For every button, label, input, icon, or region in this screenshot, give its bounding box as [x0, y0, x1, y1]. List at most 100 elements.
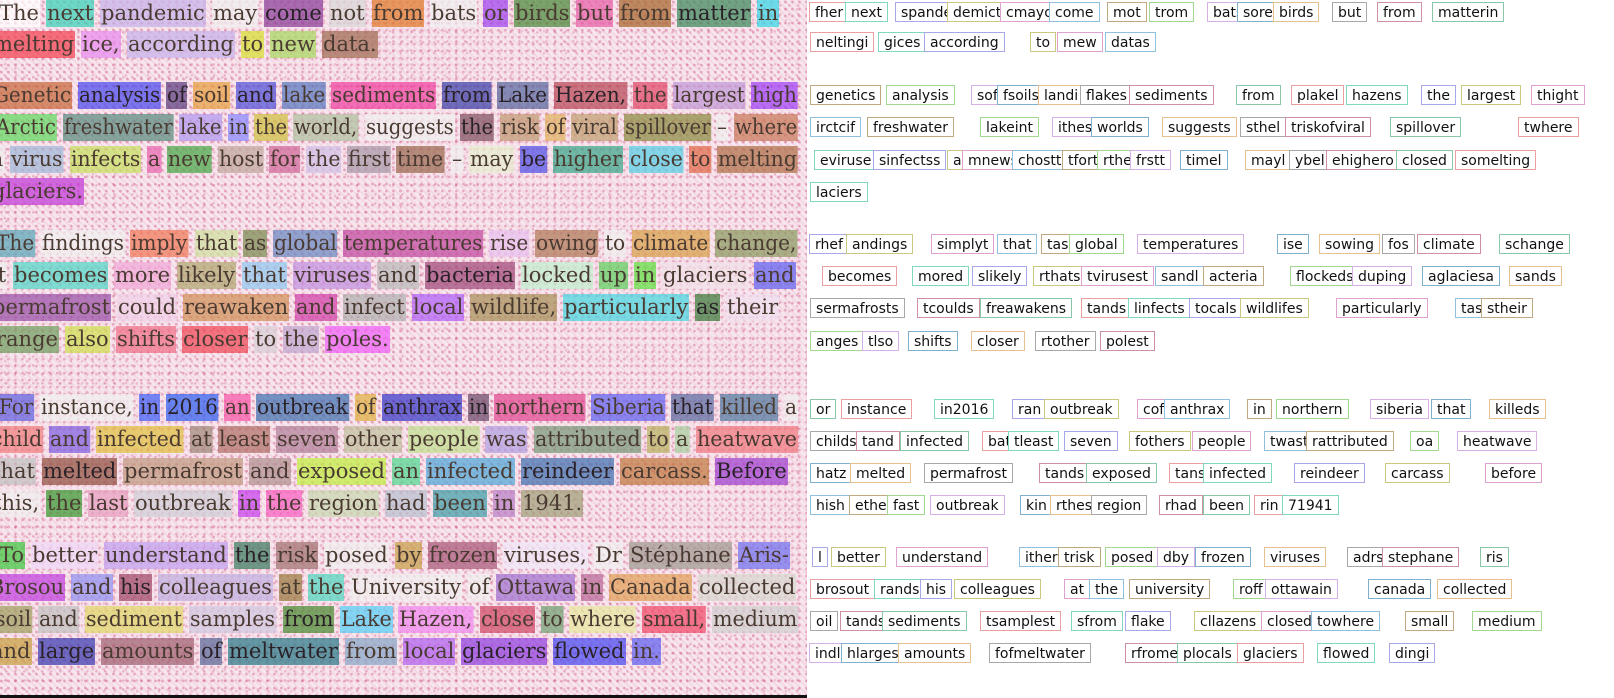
ocr-label-box: his — [920, 579, 953, 599]
ocr-label-box: triskofviral — [1285, 117, 1371, 137]
ocr-label-box: siberia — [1370, 399, 1429, 419]
passage-word: samples — [189, 606, 277, 633]
ocr-label-box: closed — [1396, 150, 1453, 170]
passage-word: largest — [673, 82, 746, 109]
passage-word: attributed — [533, 426, 642, 453]
ocr-label-box: rhad — [1159, 495, 1203, 515]
passage-word: local — [412, 294, 465, 321]
ocr-label-box: freawakens — [980, 298, 1072, 318]
ocr-label-box: becomes — [822, 266, 898, 286]
passage-word: from — [282, 606, 335, 633]
ocr-label-box: university — [1129, 579, 1211, 599]
passage-word: Ottawa — [496, 574, 576, 601]
passage-word: from — [345, 638, 398, 665]
passage-word: more — [114, 262, 172, 289]
ocr-label-box: frstt — [1130, 150, 1171, 170]
passage-word: melted — [42, 458, 118, 485]
passage-word: wildlife, — [470, 294, 558, 321]
ocr-label-box: mayl — [1245, 150, 1292, 170]
ocr-label-box: exposed — [1086, 463, 1157, 483]
passage-word: 2016 — [165, 394, 219, 421]
ocr-label-box: particularly — [1336, 298, 1428, 318]
passage-word: at — [279, 574, 302, 601]
ocr-label-box: sowing — [1319, 234, 1380, 254]
ocr-label-box: understand — [896, 547, 989, 567]
ocr-label-box: wildlifes — [1240, 298, 1309, 318]
passage-word: to — [540, 606, 564, 633]
passage-word: climate — [632, 230, 710, 257]
ocr-label-box: flockeds — [1290, 266, 1360, 286]
passage-word: been — [433, 490, 487, 517]
passage-word: the — [460, 114, 495, 141]
ocr-label-box: before — [1485, 463, 1543, 483]
ocr-label-box: polest — [1100, 331, 1155, 351]
passage-word: outbreak — [134, 490, 232, 517]
passage-word: the — [306, 146, 342, 173]
ocr-label-box: rhef — [809, 234, 849, 254]
passage-word: Siberia — [591, 394, 666, 421]
passage-word: where — [569, 606, 637, 633]
passage-word: range — [0, 326, 59, 353]
passage-word: a — [0, 146, 5, 173]
ocr-label-box: hish — [810, 495, 851, 515]
passage-word: the — [234, 542, 271, 569]
passage-word: analysis — [77, 82, 162, 109]
ocr-label-box: landi — [1038, 85, 1085, 105]
ocr-label-box: fast — [887, 495, 926, 515]
passage-word: as — [243, 230, 268, 257]
ocr-label-box: acteria — [1203, 266, 1264, 286]
ocr-label-box: tcoulds — [917, 298, 980, 318]
ocr-label-box: demict — [947, 2, 1008, 22]
passage-word: freshwater — [62, 114, 174, 141]
ocr-label-box: dingi — [1389, 643, 1436, 663]
passage-word: Canada — [609, 574, 692, 601]
passage-word: permafrost — [0, 294, 112, 321]
passage-word: in — [467, 394, 489, 421]
ocr-label-box: aglaciesa — [1422, 266, 1501, 286]
passage-word: in. — [632, 638, 661, 665]
ocr-label-box: tlso — [862, 331, 900, 351]
passage-word: of — [200, 638, 223, 665]
ocr-label-box: seven — [1064, 431, 1118, 451]
passage-word: glaciers. — [0, 178, 85, 205]
ocr-label-box: sfrom — [1071, 611, 1123, 631]
ocr-label-box: colleagues — [954, 579, 1041, 599]
ocr-label-box: fofmeltwater — [989, 643, 1091, 663]
ocr-label-box: according — [924, 32, 1005, 52]
passage-word: other — [343, 426, 402, 453]
passage-word: Hazen, — [398, 606, 474, 633]
ocr-label-box: from — [1377, 2, 1422, 22]
passage-word: permafrost — [123, 458, 244, 485]
passage-word: small, — [641, 606, 707, 633]
ocr-label-box: tleast — [1008, 431, 1060, 451]
passage-word: becomes — [13, 262, 109, 289]
ocr-label-box: somelting — [1455, 150, 1537, 170]
passage-word: colleagues — [158, 574, 273, 601]
passage-word: bats — [430, 0, 478, 27]
ocr-label-box: eviruse — [814, 150, 878, 170]
passage-word: lake — [178, 114, 223, 141]
ocr-label-box: instance — [841, 399, 913, 419]
passage-word: closer — [182, 326, 249, 353]
passage-word: lake — [281, 82, 326, 109]
ocr-label-box: collected — [1437, 579, 1513, 599]
passage-word: frozen — [428, 542, 498, 569]
passage-word: a — [783, 394, 798, 421]
passage-word: For — [0, 394, 35, 421]
passage-word: new — [166, 146, 212, 173]
passage-word: Before — [715, 458, 788, 485]
passage-word: be — [519, 146, 548, 173]
ocr-label-box: neltingi — [810, 32, 875, 52]
passage-word: soil — [193, 82, 231, 109]
passage-word: melting — [717, 146, 799, 173]
ocr-label-box: mot — [1107, 2, 1147, 22]
passage-word: last — [88, 490, 129, 517]
passage-word: in — [493, 490, 516, 517]
ocr-label-box: timel — [1180, 150, 1228, 170]
passage-word: seven — [276, 426, 338, 453]
ocr-label-box: in — [1247, 399, 1272, 419]
ocr-label-box: anthrax — [1164, 399, 1231, 419]
passage-word: as — [695, 294, 721, 321]
ocr-label-box: medium — [1472, 611, 1542, 631]
passage-word: soil — [0, 606, 33, 633]
